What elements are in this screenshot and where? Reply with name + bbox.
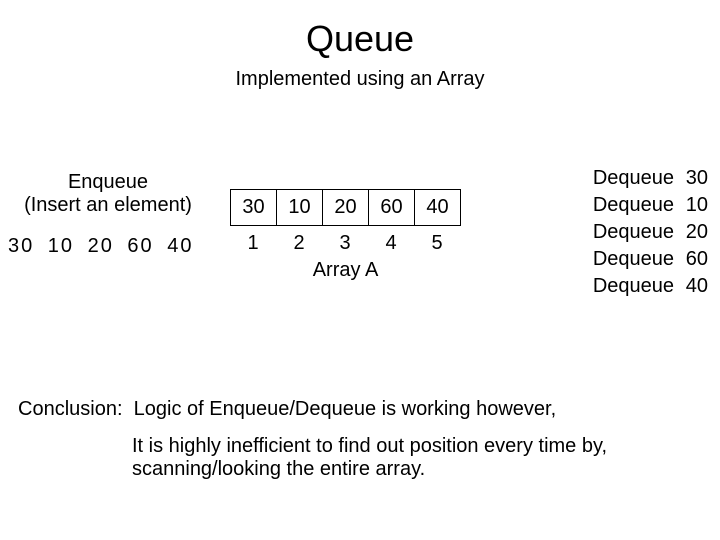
array-label: Array A xyxy=(230,259,461,282)
dequeue-section: Dequeue30 Dequeue10 Dequeue20 Dequeue60 … xyxy=(593,165,708,300)
enqueue-title: Enqueue xyxy=(8,171,208,194)
dequeue-row: Dequeue30 xyxy=(593,165,708,192)
array-index: 1 xyxy=(230,232,276,255)
array-section: 30 10 20 60 40 1 2 3 4 5 Array A xyxy=(230,189,461,282)
page-subtitle: Implemented using an Array xyxy=(0,68,720,91)
array-index: 5 xyxy=(414,232,460,255)
dequeue-row: Dequeue10 xyxy=(593,192,708,219)
array-indices: 1 2 3 4 5 xyxy=(230,232,461,255)
conclusion-text-2: It is highly inefficient to find out pos… xyxy=(132,435,690,481)
array-cell: 10 xyxy=(277,190,323,226)
page-title: Queue xyxy=(0,0,720,60)
dequeue-row: Dequeue60 xyxy=(593,246,708,273)
array-index: 3 xyxy=(322,232,368,255)
conclusion-label: Conclusion: xyxy=(18,398,123,421)
array-index: 2 xyxy=(276,232,322,255)
conclusion-section: Conclusion: Logic of Enqueue/Dequeue is … xyxy=(18,398,690,481)
array-cell: 60 xyxy=(369,190,415,226)
enqueue-section: Enqueue (Insert an element) 30 10 20 60 … xyxy=(8,171,208,258)
array-cell: 40 xyxy=(415,190,461,226)
enqueue-values: 30 10 20 60 40 xyxy=(8,235,208,258)
dequeue-row: Dequeue40 xyxy=(593,273,708,300)
array-cell: 20 xyxy=(323,190,369,226)
conclusion-text-1: Logic of Enqueue/Dequeue is working howe… xyxy=(134,398,557,420)
array-cell: 30 xyxy=(231,190,277,226)
main-content: Enqueue (Insert an element) 30 10 20 60 … xyxy=(0,171,720,331)
dequeue-row: Dequeue20 xyxy=(593,219,708,246)
array-index: 4 xyxy=(368,232,414,255)
enqueue-subtitle: (Insert an element) xyxy=(8,194,208,217)
array-table: 30 10 20 60 40 xyxy=(230,189,461,226)
